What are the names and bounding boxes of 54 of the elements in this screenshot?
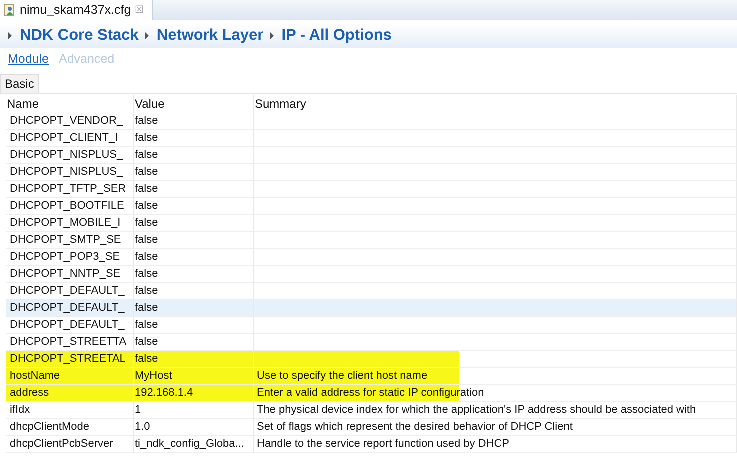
breadcrumb-link[interactable]: IP - All Options (282, 27, 392, 45)
name-cell: hostName (6, 368, 134, 385)
value-cell: 192.168.1.4 (134, 385, 254, 402)
summary-cell: Use to specify the client host name (254, 368, 737, 385)
editor-tab-title: nimu_skam437x.cfg (20, 3, 132, 17)
summary-cell: The physical device index for which the application's IP address should be associated with (254, 402, 737, 419)
value-cell: 1 (134, 402, 254, 419)
view-link[interactable]: Module (8, 52, 49, 69)
name-cell: DHCPOPT_TFTP_SER (6, 181, 134, 198)
value-cell: false (134, 147, 254, 164)
column-header[interactable]: Name (6, 95, 134, 113)
summary-cell: Handle to the service report function used by DHCP (254, 436, 737, 453)
value-cell: false (134, 181, 254, 198)
name-cell: DHCPOPT_VENDOR_ (6, 113, 134, 130)
value-cell: false (134, 198, 254, 215)
value-cell: false (134, 215, 254, 232)
breadcrumb-arrow-icon (270, 32, 274, 40)
value-cell: 1.0 (134, 419, 254, 436)
name-cell: dhcpClientPcbServer (6, 436, 134, 453)
breadcrumb-arrow-icon (144, 32, 149, 40)
value-cell: false (134, 130, 254, 147)
value-cell: false (134, 164, 254, 181)
name-cell: DHCPOPT_NNTP_SE (6, 266, 134, 283)
value-cell: ti_ndk_config_Globa... (134, 436, 254, 453)
editor-tab[interactable]: nimu_skam437x.cfg ☒ (0, 0, 154, 20)
value-cell: MyHost (134, 368, 254, 385)
value-cell: false (134, 317, 254, 334)
section-tab[interactable]: Basic (0, 74, 40, 93)
value-cell: false (134, 266, 254, 283)
value-cell: false (134, 351, 254, 368)
name-cell: DHCPOPT_DEFAULT_ (6, 300, 134, 317)
name-cell: address (6, 385, 134, 402)
file-person-icon (4, 4, 16, 16)
value-cell: false (134, 249, 254, 266)
value-cell: false (134, 300, 254, 317)
value-cell: false (134, 232, 254, 249)
breadcrumb-arrow-icon (8, 32, 12, 40)
breadcrumb-link[interactable]: Network Layer (156, 27, 264, 45)
name-cell: DHCPOPT_NISPLUS_ (6, 147, 134, 164)
name-cell: DHCPOPT_CLIENT_I (6, 130, 134, 147)
name-cell: DHCPOPT_SMTP_SE (6, 232, 134, 249)
column-header[interactable]: Summary (254, 95, 737, 113)
name-cell: DHCPOPT_DEFAULT_ (6, 317, 134, 334)
summary-cell: Set of flags which represent the desired behavior of DHCP Client (254, 419, 737, 436)
name-cell: ifIdx (6, 402, 134, 419)
breadcrumb-link[interactable]: NDK Core Stack (20, 27, 139, 45)
column-header[interactable]: Value (134, 95, 254, 113)
name-cell: DHCPOPT_POP3_SE (6, 249, 134, 266)
name-cell: DHCPOPT_BOOTFILE (6, 198, 134, 215)
name-cell: DHCPOPT_STREETAL (6, 351, 134, 368)
name-cell: DHCPOPT_MOBILE_I (6, 215, 134, 232)
name-cell: dhcpClientMode (6, 419, 134, 436)
value-cell: false (134, 113, 254, 130)
name-cell: DHCPOPT_NISPLUS_ (6, 164, 134, 181)
